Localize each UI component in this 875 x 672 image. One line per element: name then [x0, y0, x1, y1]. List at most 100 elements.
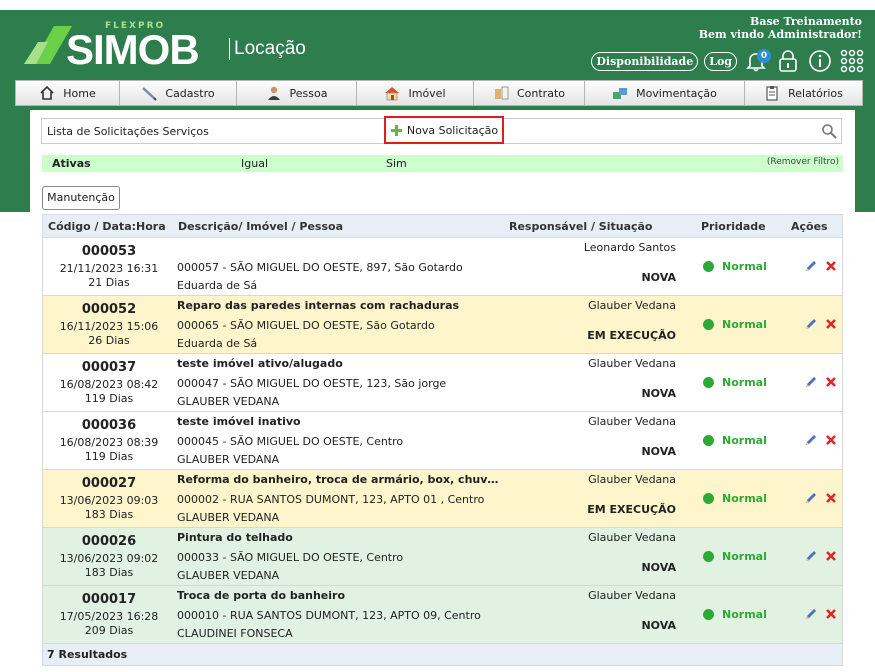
nav-contrato[interactable]: Contrato — [474, 81, 585, 105]
delete-icon[interactable] — [825, 550, 837, 562]
delete-icon[interactable] — [825, 434, 837, 446]
request-priority: Normal — [703, 550, 767, 563]
log-button[interactable]: Log — [704, 51, 737, 71]
delete-icon[interactable] — [825, 376, 837, 388]
request-responsavel: Glauber Vedana — [588, 357, 676, 370]
lock-button[interactable] — [775, 48, 801, 74]
priority-label: Normal — [722, 260, 767, 273]
list-title: Lista de Solicitações Serviços — [47, 125, 209, 138]
apps-button[interactable] — [839, 48, 865, 74]
request-code: 000052 — [81, 302, 137, 317]
table-row[interactable]: 000026 13/06/2023 09:02 183 Dias Pintura… — [42, 528, 843, 586]
search-icon[interactable] — [821, 123, 837, 139]
priority-label: Normal — [722, 608, 767, 621]
request-days: 183 Dias — [84, 566, 134, 579]
nav-relatorios[interactable]: Relatórios — [745, 81, 862, 105]
main-nav: Home Cadastro Pessoa Imóvel Contrato Mov… — [15, 80, 863, 106]
welcome-text: Base Treinamento Bem vindo Administrador… — [699, 15, 862, 41]
info-button[interactable] — [807, 48, 833, 74]
request-date: 16/08/2023 08:39 — [59, 436, 159, 449]
edit-icon[interactable] — [805, 492, 817, 504]
request-priority: Normal — [703, 608, 767, 621]
table-row[interactable]: 000053 21/11/2023 16:31 21 Dias 000057 -… — [42, 238, 843, 296]
table-body: 000053 21/11/2023 16:31 21 Dias 000057 -… — [42, 238, 843, 644]
report-icon — [766, 86, 778, 101]
request-pessoa: GLAUBER VEDANA — [177, 395, 280, 408]
request-responsavel: Glauber Vedana — [588, 589, 676, 602]
nav-label: Relatórios — [788, 86, 843, 100]
nav-cadastro[interactable]: Cadastro — [120, 81, 237, 105]
table-row[interactable]: 000036 16/08/2023 08:39 119 Dias teste i… — [42, 412, 843, 470]
request-imovel: 000057 - SÃO MIGUEL DO OESTE, 897, São G… — [177, 261, 463, 274]
request-priority: Normal — [703, 492, 767, 505]
welcome-message: Bem vindo Administrador! — [698, 28, 862, 41]
manutencao-button[interactable]: Manutenção — [42, 186, 120, 210]
request-date: 21/11/2023 16:31 — [59, 262, 159, 275]
request-priority: Normal — [703, 318, 767, 331]
lock-icon — [779, 50, 797, 72]
priority-label: Normal — [722, 376, 767, 389]
delete-icon[interactable] — [825, 608, 837, 620]
disponibilidade-button[interactable]: Disponibilidade — [591, 51, 699, 71]
request-situacao: NOVA — [641, 619, 676, 632]
nav-label: Contrato — [516, 86, 565, 100]
table-header: Código / Data:Hora Descrição/ Imóvel / P… — [42, 214, 843, 238]
nav-label: Home — [63, 86, 96, 100]
filter-field: Ativas — [52, 157, 91, 170]
priority-dot-icon — [703, 319, 714, 330]
request-situacao: NOVA — [641, 445, 676, 458]
table-row[interactable]: 000017 17/05/2023 16:28 209 Dias Troca d… — [42, 586, 843, 644]
pencil-icon — [142, 87, 158, 101]
col-resp: Responsável / Situação — [509, 220, 653, 233]
priority-dot-icon — [703, 551, 714, 562]
delete-icon[interactable] — [825, 260, 837, 272]
nav-movimentacao[interactable]: Movimentação — [585, 81, 745, 105]
priority-dot-icon — [703, 377, 714, 388]
contract-icon — [494, 86, 509, 100]
notification-count: 0 — [757, 49, 771, 63]
request-date: 16/08/2023 08:42 — [59, 378, 159, 391]
movement-icon — [613, 88, 628, 99]
priority-label: Normal — [722, 492, 767, 505]
edit-icon[interactable] — [805, 376, 817, 388]
edit-icon[interactable] — [805, 434, 817, 446]
edit-icon[interactable] — [805, 550, 817, 562]
priority-dot-icon — [703, 435, 714, 446]
nav-pessoa[interactable]: Pessoa — [237, 81, 357, 105]
row-actions — [805, 318, 837, 330]
list-toolbar: Lista de Solicitações Serviços Nova Soli… — [41, 116, 842, 144]
requests-table: Código / Data:Hora Descrição/ Imóvel / P… — [42, 214, 843, 666]
nav-imovel[interactable]: Imóvel — [357, 81, 474, 105]
table-row[interactable]: 000052 16/11/2023 15:06 26 Dias Reparo d… — [42, 296, 843, 354]
request-date: 13/06/2023 09:02 — [59, 552, 159, 565]
edit-icon[interactable] — [805, 608, 817, 620]
request-date: 13/06/2023 09:03 — [59, 494, 159, 507]
priority-label: Normal — [722, 550, 767, 563]
request-situacao: EM EXECUÇÃO — [587, 503, 676, 516]
request-code: 000036 — [81, 418, 137, 433]
delete-icon[interactable] — [825, 492, 837, 504]
request-imovel: 000033 - SÃO MIGUEL DO OESTE, Centro — [177, 551, 404, 564]
nova-solicitacao-button[interactable]: Nova Solicitação — [384, 116, 504, 144]
col-acoes: Ações — [791, 220, 828, 233]
logo-module: Locação — [229, 38, 306, 60]
row-actions — [805, 260, 837, 272]
remove-filter-link[interactable]: (Remover Filtro) — [767, 157, 839, 167]
edit-icon[interactable] — [805, 260, 817, 272]
request-pessoa: GLAUBER VEDANA — [177, 453, 280, 466]
apps-grid-icon — [840, 49, 864, 73]
edit-icon[interactable] — [805, 318, 817, 330]
request-code: 000026 — [81, 534, 137, 549]
table-row[interactable]: 000027 13/06/2023 09:03 183 Dias Reforma… — [42, 470, 843, 528]
request-days: 183 Dias — [84, 508, 134, 521]
table-row[interactable]: 000037 16/08/2023 08:42 119 Dias teste i… — [42, 354, 843, 412]
notifications-button[interactable]: 0 — [743, 48, 771, 74]
nav-home[interactable]: Home — [16, 81, 120, 105]
delete-icon[interactable] — [825, 318, 837, 330]
request-responsavel: Glauber Vedana — [588, 473, 676, 486]
request-days: 209 Dias — [84, 624, 134, 637]
request-imovel: 000010 - RUA SANTOS DUMONT, 123, APTO 09… — [177, 609, 481, 622]
request-priority: Normal — [703, 260, 767, 273]
request-description: Reforma do banheiro, troca de armário, b… — [177, 473, 502, 486]
request-days: 26 Dias — [88, 334, 130, 347]
